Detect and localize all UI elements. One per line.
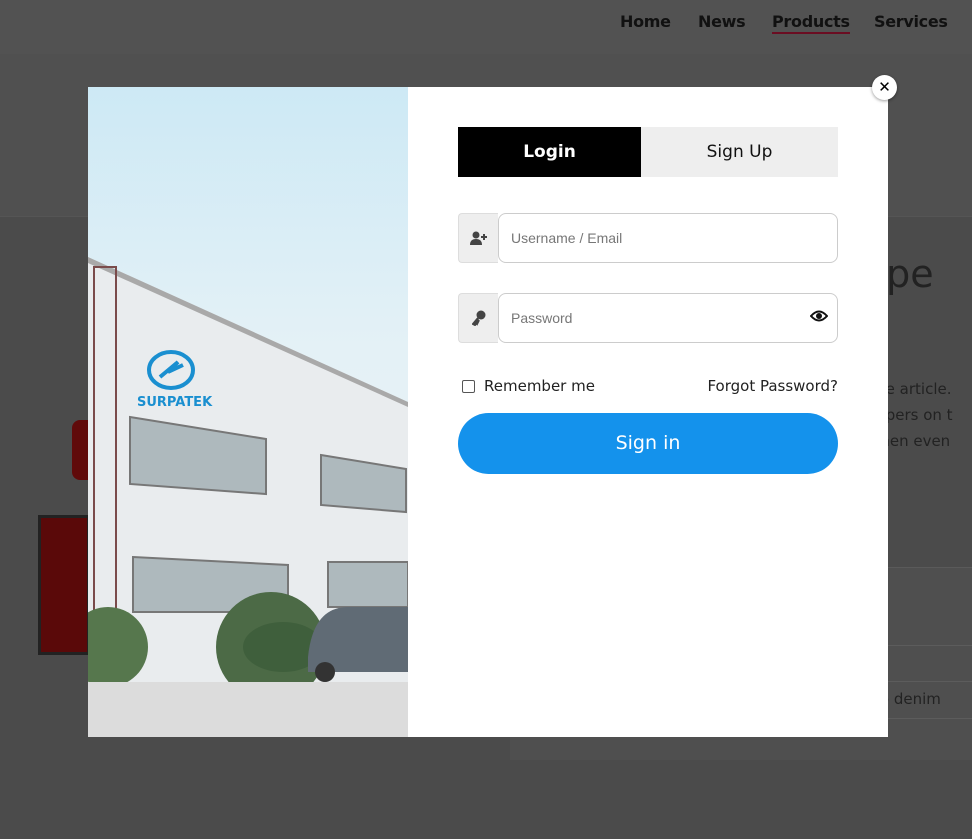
username-field: Username / Email <box>458 213 838 263</box>
factory-photo: SURPATEK <box>88 87 408 737</box>
checkbox[interactable] <box>462 379 475 393</box>
password-input[interactable]: Password <box>498 293 838 343</box>
remember-me-checkbox[interactable]: Remember me <box>462 377 595 395</box>
login-modal: SURPATEK Login Sign Up Username / Email … <box>88 87 888 737</box>
username-input[interactable]: Username / Email <box>498 213 838 263</box>
sign-in-button[interactable]: Sign in <box>458 413 838 474</box>
eye-icon[interactable] <box>809 309 829 328</box>
user-plus-icon <box>458 213 498 263</box>
forgot-password-link[interactable]: Forgot Password? <box>707 377 838 395</box>
password-field: Password <box>458 293 838 343</box>
close-icon[interactable]: ✕ <box>872 75 897 100</box>
top-nav: Home News Products Services <box>0 0 972 54</box>
logo-text: SURPATEK <box>137 395 213 410</box>
product-image <box>38 515 90 655</box>
nav-services[interactable]: Services <box>874 12 948 31</box>
tab-sign-up[interactable]: Sign Up <box>641 127 838 177</box>
auth-tabs: Login Sign Up <box>458 127 838 177</box>
nav-products[interactable]: Products <box>772 12 850 34</box>
nav-home[interactable]: Home <box>620 12 671 31</box>
remember-me-label: Remember me <box>484 377 595 395</box>
nav-news[interactable]: News <box>698 12 746 31</box>
key-icon <box>458 293 498 343</box>
tab-login[interactable]: Login <box>458 127 641 177</box>
